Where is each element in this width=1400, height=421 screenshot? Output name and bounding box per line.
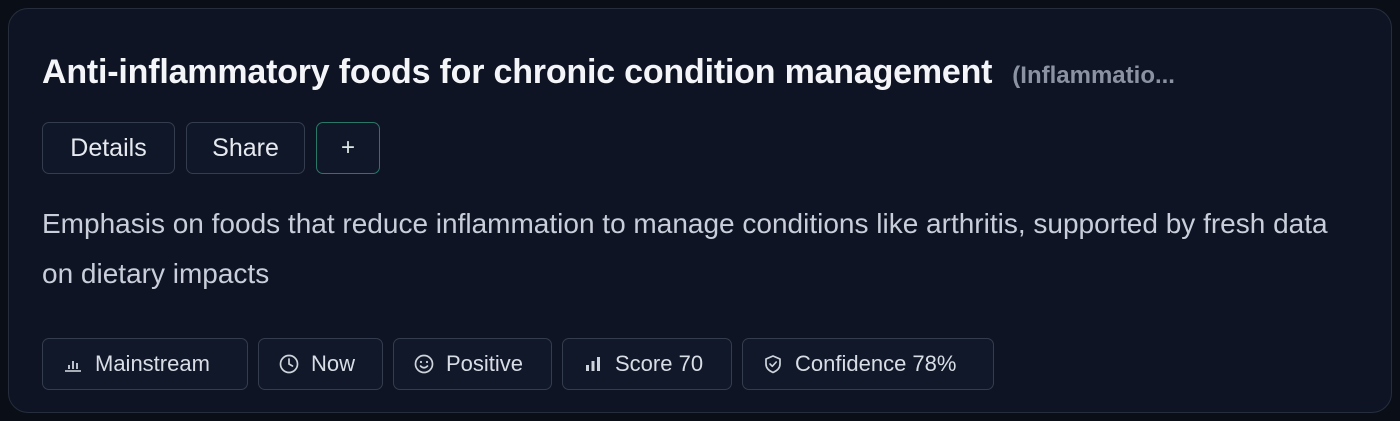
- sentiment-chip: Positive: [393, 338, 552, 390]
- card-description: Emphasis on foods that reduce inflammati…: [42, 208, 1328, 289]
- category-label: (Inflammatio...: [1012, 62, 1175, 89]
- share-button[interactable]: Share: [186, 122, 305, 174]
- time-chip: Now: [258, 338, 383, 390]
- trend-card: Anti-inflammatory foods for chronic cond…: [8, 8, 1392, 413]
- chip-label: Mainstream: [95, 351, 210, 376]
- signal-bars-icon: [581, 352, 605, 376]
- confidence-chip: Confidence 78%: [742, 338, 994, 390]
- chip-label: Positive: [446, 351, 524, 376]
- card-title: Anti-inflammatory foods for chronic cond…: [42, 53, 993, 91]
- add-button[interactable]: +: [316, 122, 380, 174]
- shield-icon: [761, 352, 785, 376]
- score-chip: Score 70: [562, 338, 732, 390]
- details-button[interactable]: Details: [42, 122, 175, 174]
- bar-chart-icon: [61, 352, 85, 376]
- chip-label: Now: [311, 351, 356, 376]
- chip-label: Score 70: [615, 351, 704, 376]
- smile-icon: [412, 352, 436, 376]
- clock-icon: [277, 352, 301, 376]
- mainstream-chip: Mainstream: [42, 338, 248, 390]
- chip-label: Confidence 78%: [795, 351, 957, 376]
- title-row: Anti-inflammatory foods for chronic cond…: [42, 53, 1362, 92]
